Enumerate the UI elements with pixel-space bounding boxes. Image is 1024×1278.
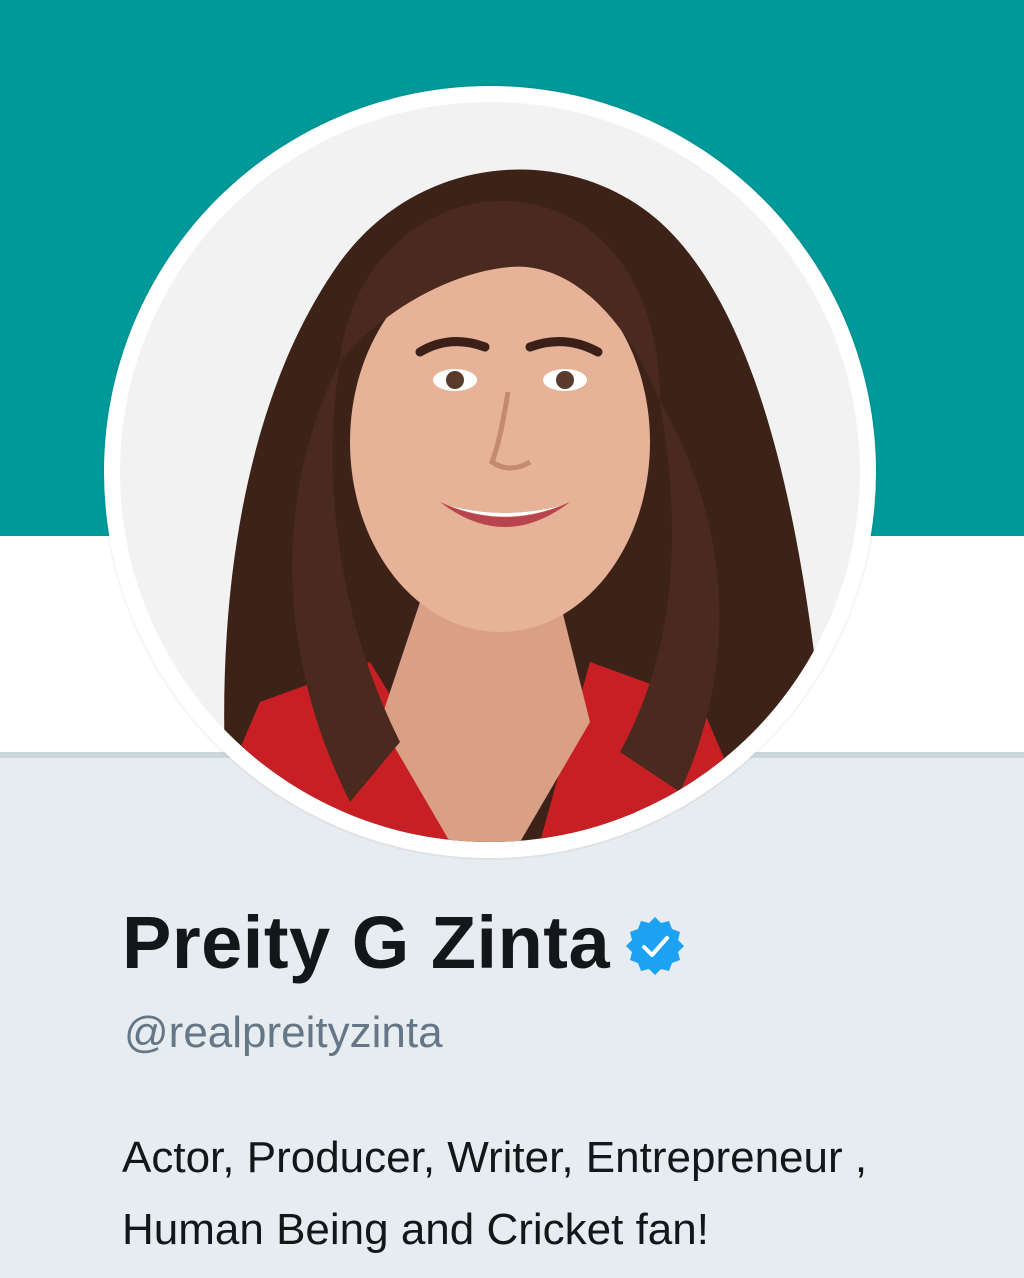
verified-check-icon bbox=[626, 916, 685, 975]
profile-avatar[interactable] bbox=[104, 86, 876, 858]
profile-name-text: Preity G Zinta bbox=[122, 901, 611, 984]
profile-name[interactable]: Preity G Zinta bbox=[122, 900, 686, 985]
profile-bio: Actor, Producer, Writer, Entrepreneur , … bbox=[122, 1133, 868, 1254]
avatar-photo-icon bbox=[120, 102, 860, 842]
profile-handle[interactable]: @realpreityzinta bbox=[124, 1008, 443, 1058]
